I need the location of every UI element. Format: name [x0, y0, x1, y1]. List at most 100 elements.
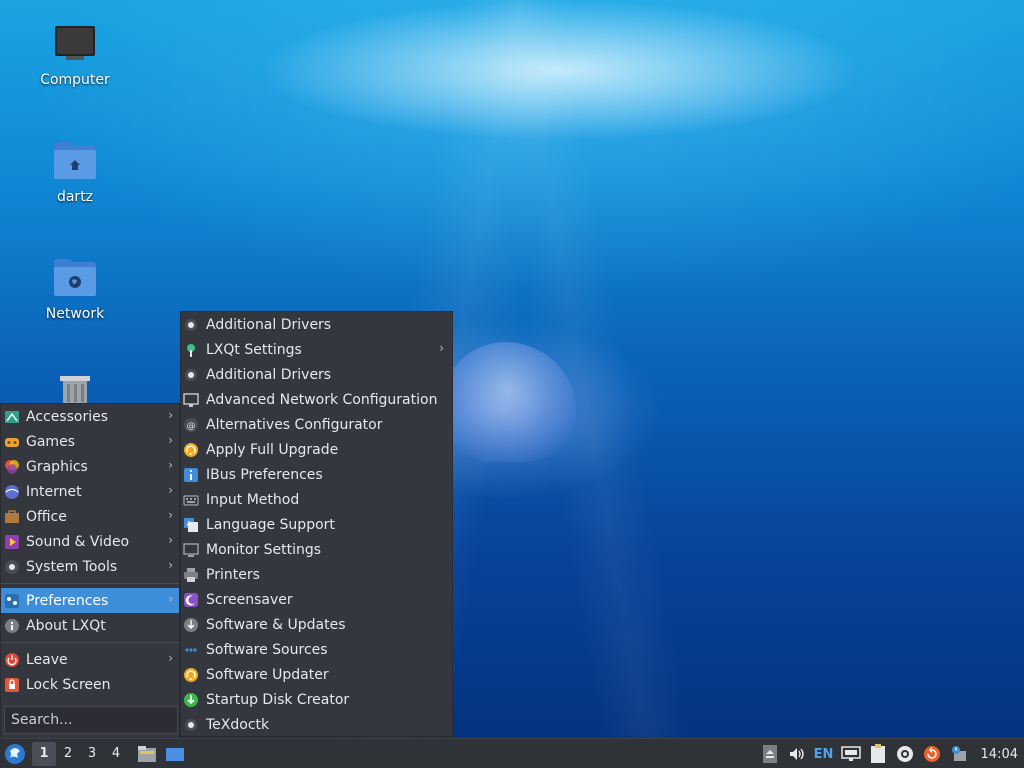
submenu-item-additional-drivers-2[interactable]: Additional Drivers: [181, 362, 452, 387]
eject-icon[interactable]: [758, 742, 782, 766]
keyboard-icon: [183, 492, 199, 508]
menu-item-label: Accessories: [26, 408, 109, 425]
submenu-item-software-sources[interactable]: Software Sources: [181, 637, 452, 662]
info-icon: [4, 618, 20, 634]
submenu-item-software-updater[interactable]: Software Updater: [181, 662, 452, 687]
submenu-item-software-updates[interactable]: Software & Updates: [181, 612, 452, 637]
submenu-item-label: Input Method: [206, 491, 300, 508]
menu-item-sound-video[interactable]: Sound & Video ›: [1, 529, 179, 554]
update-notifier-icon[interactable]: [893, 742, 917, 766]
submenu-item-input-method[interactable]: Input Method: [181, 487, 452, 512]
dot-icon: [183, 367, 199, 383]
menu-item-label: Leave: [26, 651, 68, 668]
ibus-icon: [183, 467, 199, 483]
submenu-item-label: Language Support: [206, 516, 335, 533]
software-sources-icon: [183, 642, 199, 658]
desktop-icon-home[interactable]: dartz: [20, 139, 130, 205]
submenu-item-ibus-preferences[interactable]: IBus Preferences: [181, 462, 452, 487]
keyboard-layout-indicator[interactable]: EN: [812, 742, 836, 766]
submenu-item-advanced-network-configuration[interactable]: Advanced Network Configuration: [181, 387, 452, 412]
accessories-icon: [4, 409, 20, 425]
menu-item-label: Games: [26, 433, 75, 450]
submenu-item-language-support[interactable]: A Language Support: [181, 512, 452, 537]
screensaver-icon: [183, 592, 199, 608]
desktop-icon-label: Computer: [40, 72, 110, 88]
computer-icon: [52, 22, 98, 68]
desktop-icon-computer[interactable]: Computer: [20, 22, 130, 88]
language-icon: A: [183, 517, 199, 533]
workspace-3-button[interactable]: 3: [80, 742, 104, 766]
office-icon: [4, 509, 20, 525]
chevron-right-icon: ›: [168, 458, 173, 472]
software-updater-tray-icon[interactable]: [920, 742, 944, 766]
dot-icon: [183, 717, 199, 733]
printer-icon: [183, 567, 199, 583]
volume-icon[interactable]: [785, 742, 809, 766]
menu-item-internet[interactable]: Internet ›: [1, 479, 179, 504]
desktop-icon-label: Network: [45, 306, 105, 322]
submenu-item-startup-disk-creator[interactable]: Startup Disk Creator: [181, 687, 452, 712]
submenu-item-apply-full-upgrade[interactable]: Apply Full Upgrade: [181, 437, 452, 462]
wallpaper-jellyfish: [440, 342, 576, 462]
menu-item-label: Lock Screen: [26, 676, 111, 693]
start-menu-button[interactable]: [0, 739, 30, 768]
submenu-item-label: Alternatives Configurator: [206, 416, 383, 433]
chevron-right-icon: ›: [168, 592, 173, 606]
lock-icon: [4, 677, 20, 693]
graphics-icon: [4, 459, 20, 475]
home-folder-icon: [52, 139, 98, 185]
workspace-4-button[interactable]: 4: [104, 742, 128, 766]
clipboard-icon[interactable]: [866, 742, 890, 766]
menu-item-graphics[interactable]: Graphics ›: [1, 454, 179, 479]
software-updates-icon: [183, 617, 199, 633]
chevron-right-icon: ›: [168, 533, 173, 547]
workspace-2-button[interactable]: 2: [56, 742, 80, 766]
menu-item-preferences[interactable]: Preferences ›: [1, 588, 179, 613]
submenu-item-screensaver[interactable]: Screensaver: [181, 587, 452, 612]
menu-separator: [1, 583, 179, 584]
submenu-item-label: LXQt Settings: [206, 341, 302, 358]
network-icon[interactable]: [839, 742, 863, 766]
chevron-right-icon: ›: [168, 651, 173, 665]
system-tray: EN 14:04: [755, 739, 1024, 768]
submenu-item-label: Software Updater: [206, 666, 329, 683]
menu-item-lock-screen[interactable]: Lock Screen: [1, 672, 179, 697]
menu-item-accessories[interactable]: Accessories ›: [1, 404, 179, 429]
menu-search-input[interactable]: Search...: [4, 706, 178, 734]
submenu-item-alternatives-configurator[interactable]: @ Alternatives Configurator: [181, 412, 452, 437]
notification-icon[interactable]: [947, 742, 971, 766]
submenu-item-printers[interactable]: Printers: [181, 562, 452, 587]
chevron-right-icon: ›: [168, 408, 173, 422]
submenu-item-texdoctk[interactable]: TeXdoctk: [181, 712, 452, 737]
menu-separator: [1, 642, 179, 643]
menu-item-system-tools[interactable]: System Tools ›: [1, 554, 179, 579]
menu-item-label: Preferences: [26, 592, 109, 609]
menu-item-about-lxqt[interactable]: About LXQt: [1, 613, 179, 638]
desktop-icon-network[interactable]: Network: [20, 256, 130, 322]
internet-icon: [4, 484, 20, 500]
submenu-item-label: Startup Disk Creator: [206, 691, 350, 708]
svg-text:A: A: [187, 520, 192, 528]
submenu-item-additional-drivers[interactable]: Additional Drivers: [181, 312, 452, 337]
alternatives-icon: @: [183, 417, 199, 433]
submenu-item-label: TeXdoctk: [206, 716, 270, 733]
menu-item-leave[interactable]: Leave ›: [1, 647, 179, 672]
startup-disk-icon: [183, 692, 199, 708]
software-updater-icon: [183, 667, 199, 683]
network-config-icon: [183, 392, 199, 408]
menu-item-office[interactable]: Office ›: [1, 504, 179, 529]
desktop-icon-label: dartz: [56, 189, 94, 205]
menu-item-games[interactable]: Games ›: [1, 429, 179, 454]
submenu-item-label: Advanced Network Configuration: [206, 391, 438, 408]
submenu-item-monitor-settings[interactable]: Monitor Settings: [181, 537, 452, 562]
submenu-item-lxqt-settings[interactable]: LXQt Settings ›: [181, 337, 452, 362]
file-manager-launcher[interactable]: [134, 741, 160, 767]
network-folder-icon: [52, 256, 98, 302]
desktop-icon: [166, 747, 184, 761]
chevron-right-icon: ›: [168, 483, 173, 497]
workspace-1-button[interactable]: 1: [32, 741, 56, 766]
show-desktop-button[interactable]: [162, 741, 188, 767]
submenu-item-label: Software Sources: [206, 641, 328, 658]
menu-item-label: About LXQt: [26, 617, 106, 634]
clock[interactable]: 14:04: [981, 747, 1018, 762]
